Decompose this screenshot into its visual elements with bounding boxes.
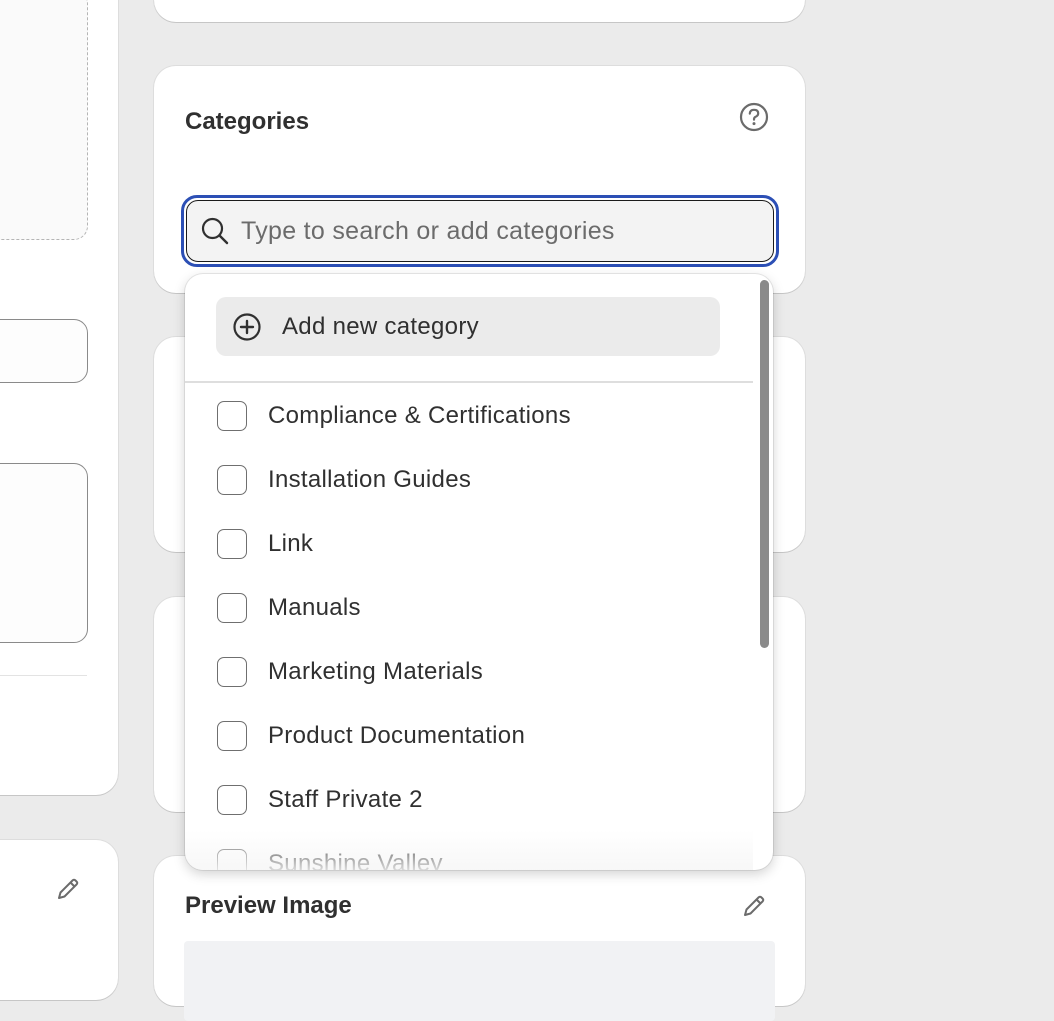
plus-circle-icon [232, 312, 262, 342]
preview-image-area [184, 941, 775, 1021]
category-option[interactable]: Marketing Materials [217, 652, 737, 692]
category-option-label: Marketing Materials [268, 658, 484, 685]
add-new-category-label: Add new category [282, 312, 479, 340]
category-option-label: Link [268, 530, 314, 557]
left-textarea[interactable] [0, 463, 88, 643]
scrollbar-thumb[interactable] [760, 280, 769, 648]
category-option-label: Compliance & Certifications [268, 402, 571, 429]
categories-title: Categories [185, 108, 310, 135]
category-option-label: Staff Private 2 [268, 786, 423, 813]
checkbox[interactable] [217, 401, 247, 431]
category-dropdown: Add new category Compliance & Certificat… [185, 274, 773, 870]
category-option-label: Manuals [268, 594, 361, 621]
top-card [154, 0, 805, 22]
left-bottom-card [0, 840, 118, 1000]
category-option-list: Compliance & Certifications Installation… [185, 384, 753, 870]
category-option-label: Sunshine Valley [268, 850, 443, 870]
search-field[interactable] [186, 200, 774, 262]
help-circle-icon[interactable] [738, 101, 770, 133]
checkbox[interactable] [217, 721, 247, 751]
pencil-icon[interactable] [52, 873, 84, 905]
category-option[interactable]: Product Documentation [217, 716, 737, 756]
left-divider [0, 675, 87, 676]
file-dropzone[interactable] [0, 0, 88, 240]
checkbox[interactable] [217, 849, 247, 870]
search-focus-ring [181, 195, 779, 267]
checkbox[interactable] [217, 529, 247, 559]
preview-image-card: Preview Image [154, 856, 805, 1021]
dropdown-divider [185, 381, 753, 383]
pencil-icon[interactable] [738, 890, 770, 922]
category-option-label: Installation Guides [268, 466, 472, 493]
search-icon [200, 216, 230, 246]
category-option[interactable]: Sunshine Valley [217, 844, 737, 870]
checkbox[interactable] [217, 465, 247, 495]
category-option[interactable]: Link [217, 524, 737, 564]
checkbox[interactable] [217, 593, 247, 623]
category-option[interactable]: Compliance & Certifications [217, 396, 737, 436]
checkbox[interactable] [217, 657, 247, 687]
category-option[interactable]: Manuals [217, 588, 737, 628]
category-option[interactable]: Installation Guides [217, 460, 737, 500]
preview-image-title: Preview Image [185, 892, 352, 919]
category-option-label: Product Documentation [268, 722, 526, 749]
left-text-field[interactable] [0, 319, 88, 383]
category-option[interactable]: Staff Private 2 [217, 780, 737, 820]
search-input[interactable] [239, 215, 763, 247]
checkbox[interactable] [217, 785, 247, 815]
add-new-category-button[interactable]: Add new category [216, 297, 720, 356]
